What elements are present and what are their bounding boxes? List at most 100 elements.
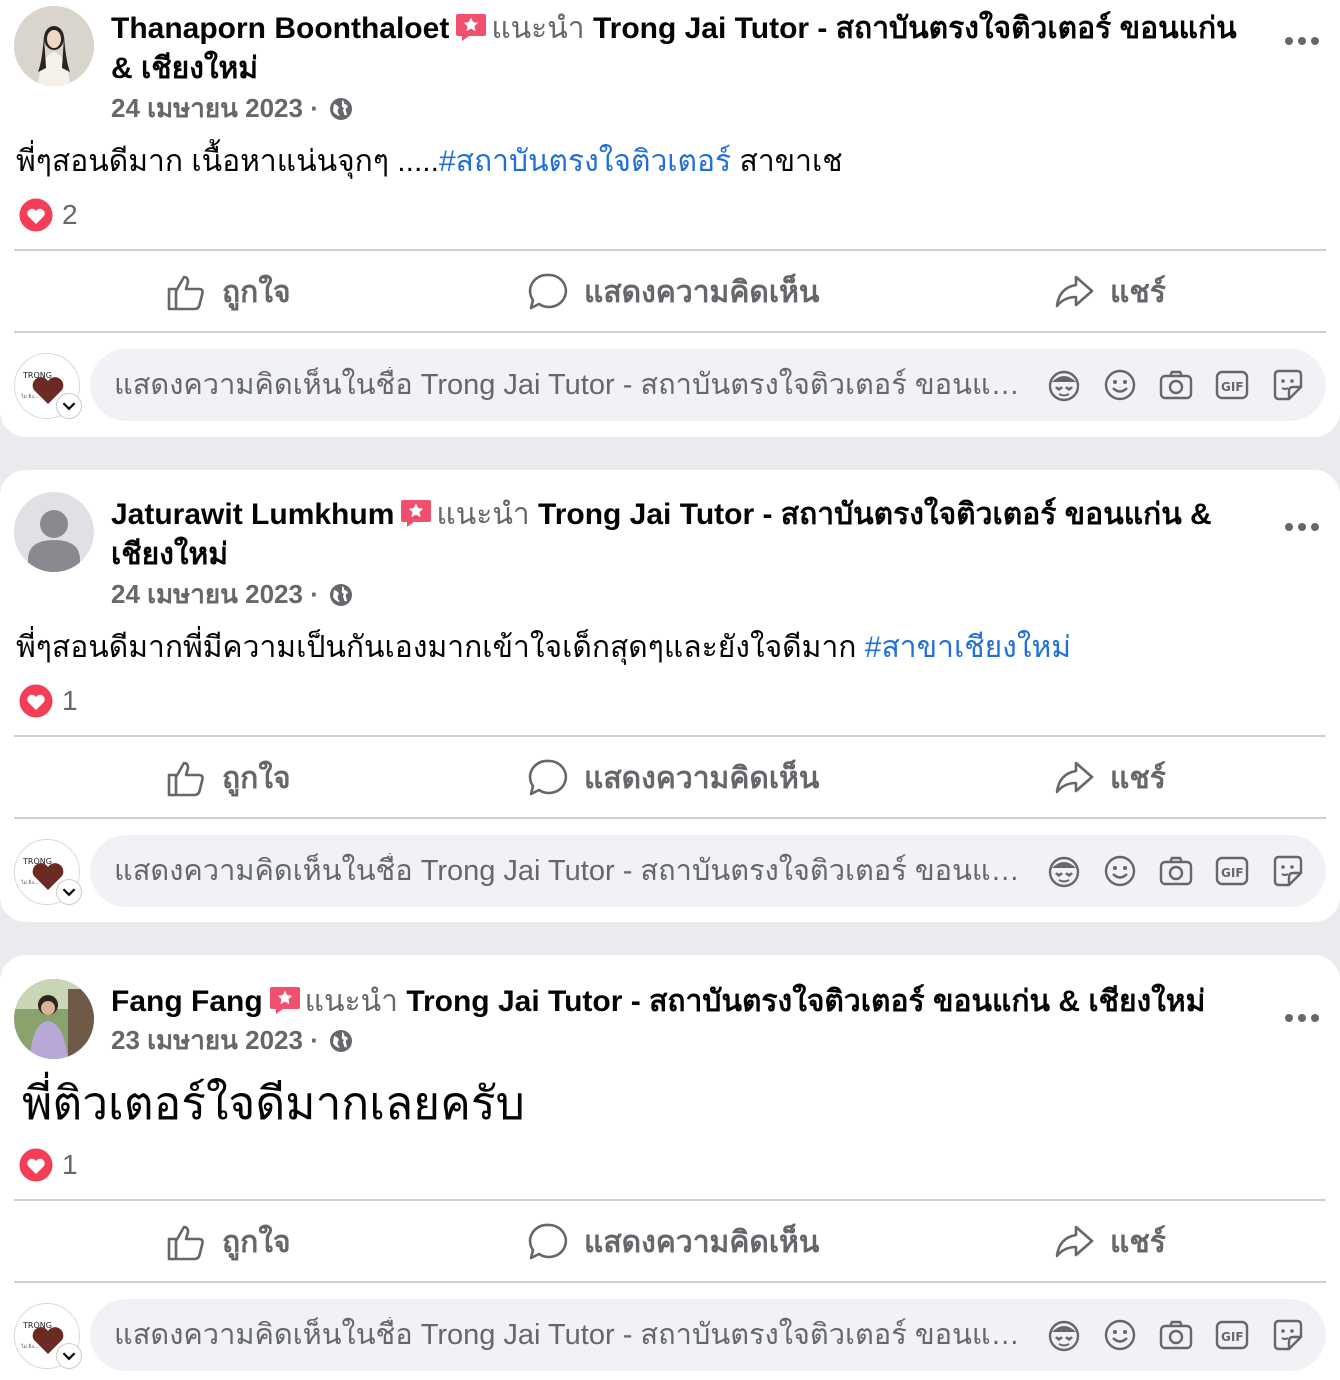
post-date[interactable]: 23 เมษายน 2023 · bbox=[111, 1025, 319, 1055]
reaction-count: 2 bbox=[62, 199, 78, 230]
emoji-icon[interactable] bbox=[1102, 1317, 1138, 1353]
composer-tools: GIF bbox=[1046, 853, 1306, 889]
svg-text:GIF: GIF bbox=[1221, 866, 1244, 880]
action-bar: ถูกใจ แสดงความคิดเห็น แชร์ bbox=[14, 1202, 1326, 1282]
gif-icon[interactable]: GIF bbox=[1214, 1317, 1250, 1353]
camera-icon[interactable] bbox=[1158, 367, 1194, 403]
avatar-sticker-icon[interactable] bbox=[1046, 367, 1082, 403]
comment-input[interactable]: แสดงความคิดเห็นในชื่อ Trong Jai Tutor - … bbox=[90, 835, 1326, 907]
recommend-star-icon bbox=[455, 10, 487, 42]
avatar-sticker-icon[interactable] bbox=[1046, 1317, 1082, 1353]
post-date[interactable]: 24 เมษายน 2023 · bbox=[111, 93, 319, 123]
page-name[interactable]: Trong Jai Tutor - สถาบันตรงใจติวเตอร์ ขอ… bbox=[406, 985, 1205, 1018]
post-text-main: พี่ๆสอนดีมากพี่มีความเป็นกันเองมากเข้าใจ… bbox=[16, 631, 865, 664]
heart-reaction-icon bbox=[18, 1147, 54, 1183]
more-options-icon[interactable] bbox=[1284, 520, 1320, 532]
gif-icon[interactable]: GIF bbox=[1214, 367, 1250, 403]
thumbs-up-icon bbox=[167, 275, 204, 311]
gif-icon[interactable]: GIF bbox=[1214, 853, 1250, 889]
reaction-summary[interactable]: 1 bbox=[18, 683, 78, 719]
post-header: Thanaporn Boonthaloet แนะนำ Trong Jai Tut… bbox=[14, 6, 1326, 126]
camera-icon[interactable] bbox=[1158, 853, 1194, 889]
post-text: พี่ๆสอนดีมากพี่มีความเป็นกันเองมากเข้าใจ… bbox=[16, 628, 1071, 668]
share-arrow-icon bbox=[1055, 275, 1094, 308]
heart-reaction-icon bbox=[18, 683, 54, 719]
emoji-icon[interactable] bbox=[1102, 367, 1138, 403]
comment-bubble-icon bbox=[528, 1223, 568, 1260]
share-button[interactable]: แชร์ bbox=[1054, 738, 1166, 818]
emoji-icon[interactable] bbox=[1102, 853, 1138, 889]
sticker-icon[interactable] bbox=[1270, 853, 1306, 889]
more-options-icon[interactable] bbox=[1284, 34, 1320, 46]
comment-input[interactable]: แสดงความคิดเห็นในชื่อ Trong Jai Tutor - … bbox=[90, 1299, 1326, 1371]
heart-reaction-icon bbox=[18, 197, 54, 233]
author-avatar[interactable] bbox=[14, 979, 94, 1059]
sticker-icon[interactable] bbox=[1270, 367, 1306, 403]
author-avatar[interactable] bbox=[14, 6, 94, 86]
divider bbox=[14, 1281, 1326, 1283]
like-button[interactable]: ถูกใจ bbox=[166, 738, 291, 818]
comment-placeholder: แสดงความคิดเห็นในชื่อ Trong Jai Tutor - … bbox=[114, 1319, 1024, 1351]
like-label: ถูกใจ bbox=[222, 761, 291, 795]
post-text-main: พี่ติวเตอร์ใจดีมากเลยครับ bbox=[22, 1077, 525, 1129]
svg-text:ไม่ ยิ่ง...: ไม่ ยิ่ง... bbox=[20, 1343, 39, 1350]
svg-text:TRONG: TRONG bbox=[22, 1321, 52, 1330]
post-meta: 23 เมษายน 2023 · bbox=[111, 1024, 354, 1056]
divider bbox=[14, 331, 1326, 333]
like-button[interactable]: ถูกใจ bbox=[166, 1202, 291, 1282]
share-label: แชร์ bbox=[1110, 761, 1166, 795]
comment-button[interactable]: แสดงความคิดเห็น bbox=[528, 1202, 819, 1282]
post-title: Jaturawit Lumkhum แนะนำ Trong Jai Tutor -… bbox=[111, 495, 1241, 575]
post-title: Thanaporn Boonthaloet แนะนำ Trong Jai Tut… bbox=[111, 9, 1241, 89]
share-button[interactable]: แชร์ bbox=[1054, 252, 1166, 332]
more-options-icon[interactable] bbox=[1284, 1011, 1320, 1023]
reaction-summary[interactable]: 2 bbox=[18, 197, 78, 233]
divider bbox=[14, 817, 1326, 819]
post-card: Thanaporn Boonthaloet แนะนำ Trong Jai Tut… bbox=[0, 0, 1340, 437]
author-avatar[interactable] bbox=[14, 492, 94, 572]
chevron-down-icon[interactable] bbox=[56, 1343, 82, 1369]
post-card: Jaturawit Lumkhum แนะนำ Trong Jai Tutor -… bbox=[0, 470, 1340, 922]
comment-composer: TRONG ไม่ ยิ่ง... แสดงความคิดเห็นในชื่อ T… bbox=[14, 835, 1326, 907]
comment-composer: TRONG ไม่ ยิ่ง... แสดงความคิดเห็นในชื่อ T… bbox=[14, 349, 1326, 421]
hashtag-link[interactable]: #สถาบันตรงใจติวเตอร์ bbox=[439, 145, 731, 178]
share-button[interactable]: แชร์ bbox=[1054, 1202, 1166, 1282]
thumbs-up-icon bbox=[167, 761, 204, 797]
hashtag-link[interactable]: #สาขาเชียงใหม่ bbox=[865, 631, 1071, 664]
author-name[interactable]: Jaturawit Lumkhum bbox=[111, 498, 394, 531]
post-header: Jaturawit Lumkhum แนะนำ Trong Jai Tutor -… bbox=[14, 492, 1326, 612]
divider bbox=[14, 249, 1326, 251]
chevron-down-icon[interactable] bbox=[56, 393, 82, 419]
post-date[interactable]: 24 เมษายน 2023 · bbox=[111, 579, 319, 609]
sticker-icon[interactable] bbox=[1270, 1317, 1306, 1353]
share-arrow-icon bbox=[1055, 1225, 1094, 1258]
divider bbox=[14, 1199, 1326, 1201]
author-name[interactable]: Thanaporn Boonthaloet bbox=[111, 12, 449, 45]
author-name[interactable]: Fang Fang bbox=[111, 985, 263, 1018]
like-label: ถูกใจ bbox=[222, 1225, 291, 1259]
reaction-summary[interactable]: 1 bbox=[18, 1147, 78, 1183]
divider bbox=[14, 735, 1326, 737]
avatar-sticker-icon[interactable] bbox=[1046, 853, 1082, 889]
reaction-count: 1 bbox=[62, 685, 78, 716]
share-arrow-icon bbox=[1055, 761, 1094, 794]
comment-placeholder: แสดงความคิดเห็นในชื่อ Trong Jai Tutor - … bbox=[114, 369, 1024, 401]
recommend-star-icon bbox=[400, 496, 432, 528]
comment-button[interactable]: แสดงความคิดเห็น bbox=[528, 252, 819, 332]
comment-button[interactable]: แสดงความคิดเห็น bbox=[528, 738, 819, 818]
svg-text:ไม่ ยิ่ง...: ไม่ ยิ่ง... bbox=[20, 393, 39, 400]
post-text: พี่ติวเตอร์ใจดีมากเลยครับ bbox=[22, 1075, 525, 1131]
comment-input[interactable]: แสดงความคิดเห็นในชื่อ Trong Jai Tutor - … bbox=[90, 349, 1326, 421]
comment-bubble-icon bbox=[528, 273, 568, 310]
globe-icon bbox=[328, 1028, 354, 1054]
camera-icon[interactable] bbox=[1158, 1317, 1194, 1353]
like-button[interactable]: ถูกใจ bbox=[166, 252, 291, 332]
post-text-main: พี่ๆสอนดีมาก เนื้อหาแน่นจุกๆ ..... bbox=[16, 145, 439, 178]
share-label: แชร์ bbox=[1110, 1225, 1166, 1259]
like-label: ถูกใจ bbox=[222, 275, 291, 309]
recommends-label: แนะนำ bbox=[491, 12, 585, 45]
recommend-star-icon bbox=[269, 983, 301, 1015]
post-meta: 24 เมษายน 2023 · bbox=[111, 92, 354, 124]
reaction-count: 1 bbox=[62, 1149, 78, 1180]
chevron-down-icon[interactable] bbox=[56, 879, 82, 905]
